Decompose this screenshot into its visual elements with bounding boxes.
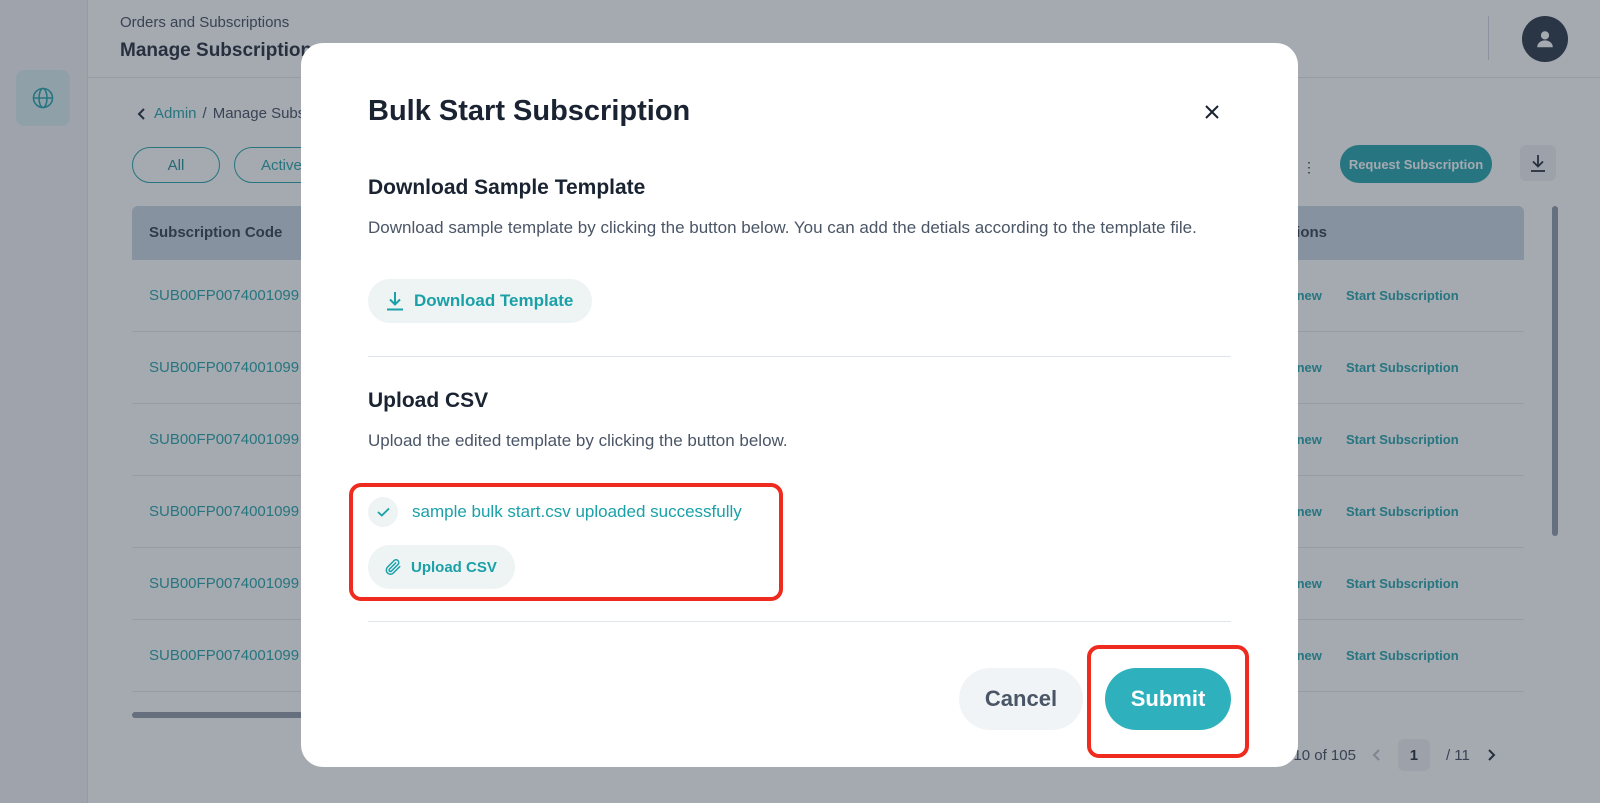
- close-button[interactable]: [1199, 99, 1225, 125]
- modal-title: Bulk Start Subscription: [368, 95, 691, 127]
- download-template-label: Download Template: [414, 291, 574, 310]
- cancel-button[interactable]: Cancel: [959, 668, 1083, 730]
- download-section-title: Download Sample Template: [368, 176, 646, 199]
- upload-section-title: Upload CSV: [368, 389, 489, 412]
- section-divider: [368, 356, 1231, 357]
- bulk-start-modal: Bulk Start Subscription Download Sample …: [301, 43, 1298, 767]
- submit-highlight-box: [1087, 645, 1249, 758]
- download-icon: [387, 292, 403, 311]
- download-section-description: Download sample template by clicking the…: [368, 218, 1197, 237]
- close-icon: [1205, 105, 1219, 119]
- upload-highlight-box: [349, 483, 783, 601]
- upload-section-description: Upload the edited template by clicking t…: [368, 431, 788, 450]
- footer-divider: [368, 621, 1231, 622]
- download-template-button[interactable]: Download Template: [368, 279, 593, 323]
